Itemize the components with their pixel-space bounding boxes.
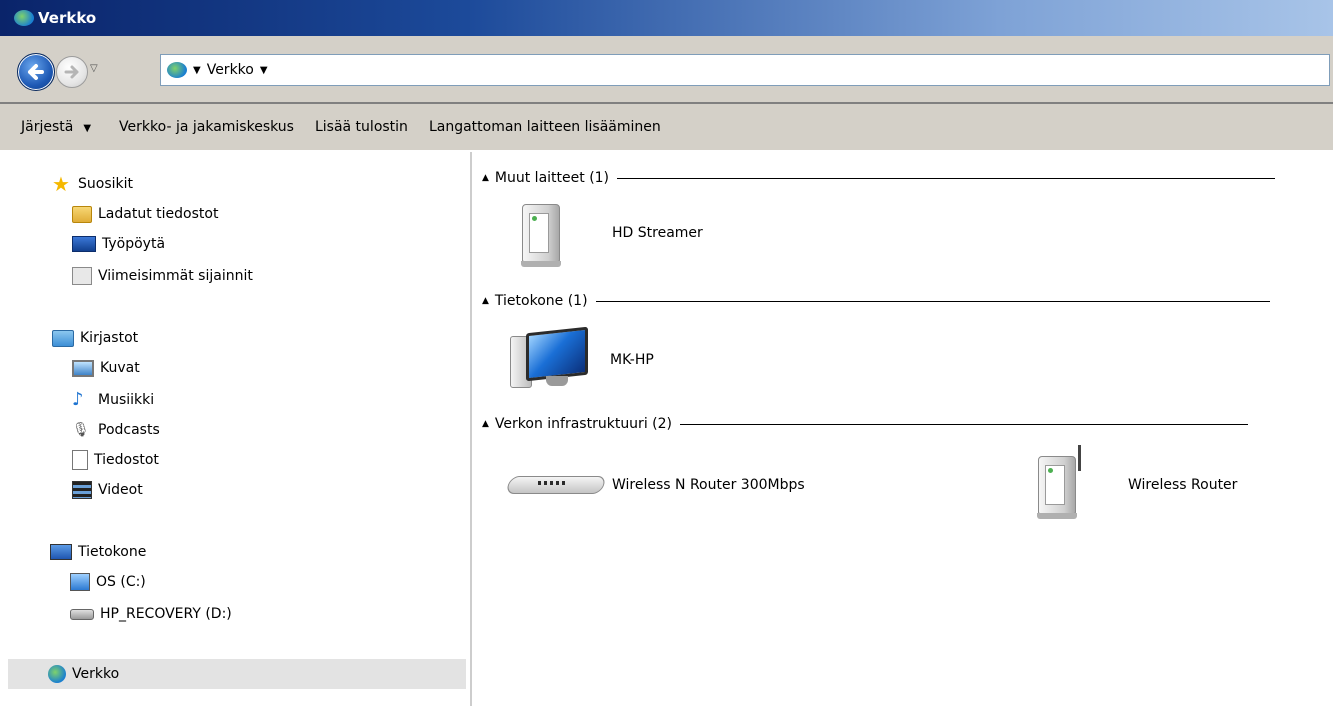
film-icon	[72, 481, 92, 499]
group-header[interactable]: ▲ Muut laitteet (1)	[482, 168, 1276, 188]
nav-drive-d[interactable]: HP_RECOVERY (D:)	[70, 602, 232, 626]
address-row: ▽ ▼ Verkko ▼	[0, 36, 1333, 102]
device-name: Wireless Router	[1128, 477, 1238, 493]
media-device-icon	[521, 204, 561, 267]
collapse-icon[interactable]: ▲	[482, 296, 489, 306]
device-hd-streamer[interactable]: HD Streamer	[521, 204, 703, 267]
collapse-icon[interactable]: ▲	[482, 173, 489, 183]
device-name: MK-HP	[610, 352, 654, 368]
pictures-icon	[72, 359, 94, 377]
device-name: Wireless N Router 300Mbps	[612, 477, 805, 493]
breadcrumb-verkko[interactable]: Verkko	[207, 62, 254, 78]
nav-documents[interactable]: Tiedostot	[72, 448, 159, 472]
network-icon	[14, 10, 34, 26]
nav-network-label: Verkko	[72, 666, 120, 682]
nav-desktop-label: Työpöytä	[102, 236, 166, 252]
system-drive-icon	[70, 573, 90, 591]
group-title: Tietokone (1)	[494, 293, 588, 309]
forward-arrow-icon	[64, 65, 79, 79]
document-icon	[72, 450, 88, 470]
nav-drive-d-label: HP_RECOVERY (D:)	[100, 606, 232, 622]
group-header[interactable]: ▲ Verkon infrastruktuuri (2)	[482, 414, 1248, 434]
device-wireless-n-router[interactable]: Wireless N Router 300Mbps	[505, 470, 805, 500]
nav-drive-c[interactable]: OS (C:)	[70, 570, 146, 594]
title-bar: Verkko	[0, 0, 1333, 36]
libraries-icon	[52, 329, 74, 347]
nav-network[interactable]: Verkko	[8, 659, 466, 689]
add-wireless-device-button[interactable]: Langattoman laitteen lisääminen	[408, 119, 661, 135]
group-title: Verkon infrastruktuuri (2)	[494, 416, 672, 432]
nav-downloads[interactable]: Ladatut tiedostot	[72, 202, 218, 226]
recent-places-icon	[72, 267, 92, 285]
chevron-down-icon: ▼	[83, 123, 92, 134]
chevron-down-icon[interactable]: ▼	[260, 65, 268, 76]
network-center-button[interactable]: Verkko- ja jakamiskeskus	[91, 119, 294, 135]
device-wireless-router[interactable]: Wireless Router	[1037, 445, 1238, 519]
window-title: Verkko	[38, 9, 97, 27]
nav-videos[interactable]: Videot	[72, 478, 143, 502]
nav-desktop[interactable]: Työpöytä	[72, 232, 165, 256]
network-icon	[48, 665, 66, 683]
nav-downloads-label: Ladatut tiedostot	[98, 206, 219, 222]
forward-button[interactable]	[56, 56, 88, 88]
nav-computer[interactable]: Tietokone	[50, 540, 146, 564]
content-pane: ▲ Muut laitteet (1) HD Streamer ▲ Tietok…	[472, 152, 1333, 706]
wireless-router-icon	[1037, 445, 1081, 519]
nav-drive-c-label: OS (C:)	[96, 574, 146, 590]
device-mk-hp[interactable]: MK-HP	[510, 326, 654, 390]
nav-music[interactable]: ♪ Musiikki	[72, 388, 154, 412]
collapse-icon[interactable]: ▲	[482, 419, 489, 429]
divider	[617, 177, 1276, 179]
nav-libraries[interactable]: Kirjastot	[52, 326, 138, 350]
nav-recent[interactable]: Viimeisimmät sijainnit	[72, 264, 253, 288]
navigation-pane: ★ Suosikit Ladatut tiedostot Työpöytä Vi…	[8, 152, 472, 706]
organize-label: Järjestä	[21, 119, 74, 135]
star-icon: ★	[52, 172, 70, 196]
computer-icon	[510, 326, 588, 390]
microphone-icon: 🎙	[72, 422, 90, 438]
nav-computer-label: Tietokone	[78, 544, 147, 560]
command-bar: Järjestä ▼ Verkko- ja jakamiskeskus Lisää…	[0, 102, 1333, 150]
downloads-folder-icon	[72, 205, 92, 223]
nav-recent-label: Viimeisimmät sijainnit	[98, 268, 253, 284]
device-name: HD Streamer	[612, 225, 703, 241]
nav-music-label: Musiikki	[98, 392, 155, 408]
nav-podcasts-label: Podcasts	[98, 422, 160, 438]
back-arrow-icon	[28, 64, 44, 80]
address-bar[interactable]: ▼ Verkko ▼	[160, 54, 1330, 86]
chevron-down-icon[interactable]: ▼	[193, 65, 201, 76]
add-printer-button[interactable]: Lisää tulostin	[294, 119, 408, 135]
music-note-icon: ♪	[72, 389, 84, 410]
group-title: Muut laitteet (1)	[494, 170, 610, 186]
nav-favorites-label: Suosikit	[78, 176, 133, 192]
organize-button[interactable]: Järjestä ▼	[0, 119, 91, 135]
network-icon	[167, 62, 187, 78]
divider	[595, 300, 1270, 302]
desktop-icon	[72, 236, 96, 252]
recent-pages-dropdown[interactable]: ▽	[90, 63, 98, 74]
nav-videos-label: Videot	[98, 482, 143, 498]
nav-favorites[interactable]: ★ Suosikit	[52, 172, 133, 196]
back-button[interactable]	[17, 53, 55, 91]
nav-pictures[interactable]: Kuvat	[72, 356, 140, 380]
group-header[interactable]: ▲ Tietokone (1)	[482, 291, 1270, 311]
computer-icon	[50, 544, 72, 560]
drive-icon	[70, 608, 94, 620]
divider	[680, 423, 1248, 425]
router-icon	[505, 470, 607, 500]
nav-podcasts[interactable]: 🎙 Podcasts	[72, 418, 160, 442]
nav-libraries-label: Kirjastot	[80, 330, 139, 346]
nav-documents-label: Tiedostot	[94, 452, 159, 468]
nav-pictures-label: Kuvat	[100, 360, 140, 376]
